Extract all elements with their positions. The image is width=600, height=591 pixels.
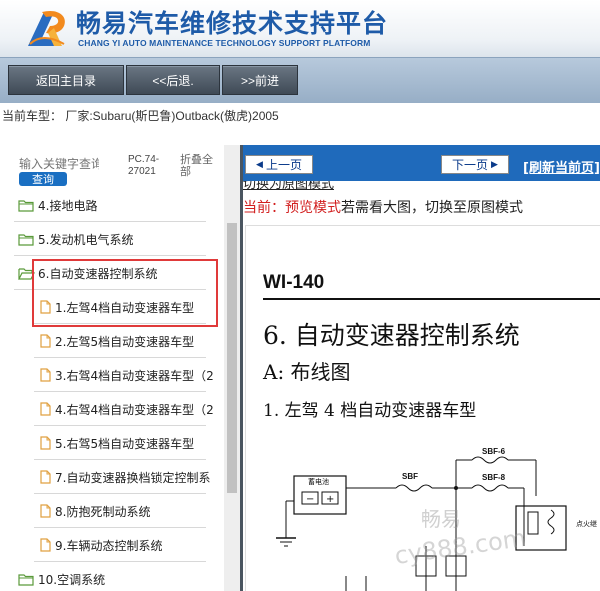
app-title: 畅易汽车维修技术支持平台 (76, 9, 389, 38)
relay-coil (527, 511, 539, 535)
collapse-all-button[interactable]: 折叠全部 (180, 154, 220, 178)
document-icon (40, 368, 51, 382)
doc-heading-1: 6. 自动变速器控制系统 (263, 321, 520, 350)
tree-folder-item[interactable]: 10.空调系统 (18, 562, 224, 591)
pager-bar: ◀ 上一页 下一页 ▶ [刷新当前页] (243, 145, 600, 181)
mode-status-hint: 若需看大图，切换至原图模式 (341, 200, 523, 216)
tree-doc-item[interactable]: 8.防抱死制动系统 (40, 494, 224, 528)
tree-item-label: 10.空调系统 (38, 572, 106, 587)
battery-minus-sign: − (306, 494, 314, 505)
folder-icon (18, 573, 34, 586)
arrow-right-icon: ▶ (491, 159, 498, 170)
sbf8-fuse (471, 484, 509, 492)
watermark-cn: 畅易 (421, 507, 461, 531)
folder-icon (18, 233, 34, 246)
sbf-fuse (395, 484, 433, 492)
tree-doc-item[interactable]: 3.右驾4档自动变速器车型（2 (40, 358, 224, 392)
tree-item-label: 9.车辆动态控制系统 (55, 538, 163, 553)
battery-plus-sign: + (326, 494, 334, 505)
document-icon (40, 470, 51, 484)
sbf-label: SBF (402, 472, 418, 481)
tree-item-label: 7.自动变速器换档锁定控制系 (55, 470, 211, 485)
search-button[interactable]: 查询 (19, 172, 67, 186)
forward-button[interactable]: >>前进 (222, 65, 298, 95)
sbf6-fuse (471, 456, 509, 464)
document-preview: WI-140 6. 自动变速器控制系统 A: 布线图 1. 左驾 4 档自动变速… (245, 225, 600, 591)
tree-item-label: 8.防抱死制动系统 (55, 504, 151, 519)
tree-item-label: 2.左驾5档自动变速器车型 (55, 334, 195, 349)
tree-item-label: 4.右驾4档自动变速器车型（2 (55, 402, 214, 417)
scroll-thumb[interactable] (227, 223, 237, 493)
pc-code: PC.74-27021 (128, 154, 160, 177)
mode-status: 当前：预览模式若需看大图，切换至原图模式 (243, 197, 523, 217)
current-model-text: 当前车型： 厂家:Subaru(斯巴鲁)Outback(傲虎)2005 (2, 109, 279, 123)
app-subtitle: CHANG YI AUTO MAINTENANCE TECHNOLOGY SUP… (78, 38, 371, 48)
folder-icon (18, 199, 34, 212)
home-button[interactable]: 返回主目录 (8, 65, 124, 95)
wiring-diagram: 蓄电池 − + SBF SBF-6 SBF-8 点火继 畅易 cy888.com (276, 447, 597, 591)
prev-page-button[interactable]: ◀ 上一页 (245, 155, 313, 174)
next-page-button[interactable]: 下一页 ▶ (441, 155, 509, 174)
viewer-panel: ◀ 上一页 下一页 ▶ [刷新当前页] 切换为原图模式 当前：预览模式若需看大图… (243, 145, 600, 591)
prev-page-label: 上一页 (265, 158, 302, 172)
switch-mode-link[interactable]: 切换为原图模式 (243, 181, 334, 195)
ignition-relay-label: 点火继 (576, 519, 597, 528)
tree-doc-item[interactable]: 2.左驾5档自动变速器车型 (40, 324, 224, 358)
mode-status-current: 当前：预览模式 (243, 200, 341, 216)
document-icon (40, 436, 51, 450)
sidebar: 查询 PC.74-27021 折叠全部 4.接地电路5.发动机电气系统6.自动变… (0, 145, 240, 591)
tree-doc-item[interactable]: 7.自动变速器换档锁定控制系 (40, 460, 224, 494)
relay-switch (547, 509, 555, 535)
sbf6-label: SBF-6 (482, 447, 506, 456)
doc-code: WI-140 (263, 272, 325, 293)
battery-label: 蓄电池 (308, 477, 329, 486)
logo-icon (28, 10, 65, 46)
document-icon (40, 538, 51, 552)
document-icon (40, 334, 51, 348)
tree-item-label: 3.右驾4档自动变速器车型（2 (55, 368, 214, 383)
tree-doc-item[interactable]: 4.右驾4档自动变速器车型（2 (40, 392, 224, 426)
tree-item-label: 5.发动机电气系统 (38, 232, 134, 247)
selection-highlight (32, 259, 218, 327)
app-header: 畅易汽车维修技术支持平台 CHANG YI AUTO MAINTENANCE T… (0, 0, 600, 57)
tree-item-label: 4.接地电路 (38, 198, 98, 213)
document-icon (40, 504, 51, 518)
tree-doc-item[interactable]: 5.右驾5档自动变速器车型 (40, 426, 224, 460)
sbf8-label: SBF-8 (482, 473, 506, 482)
tree-folder-item[interactable]: 5.发动机电气系统 (18, 222, 224, 256)
tree-doc-item[interactable]: 9.车辆动态控制系统 (40, 528, 224, 562)
refresh-page-link[interactable]: [刷新当前页] (523, 157, 600, 176)
search-row: 查询 PC.74-27021 折叠全部 (0, 145, 240, 190)
back-button[interactable]: <<后退. (126, 65, 220, 95)
search-input[interactable] (19, 155, 99, 173)
current-model-bar: 当前车型： 厂家:Subaru(斯巴鲁)Outback(傲虎)2005 (0, 103, 600, 145)
nav-bar: 返回主目录 <<后退. >>前进 (0, 57, 600, 103)
next-page-label: 下一页 (452, 158, 489, 172)
sidebar-scrollbar[interactable] (224, 145, 240, 591)
document-icon (40, 402, 51, 416)
doc-heading-2: A: 布线图 (263, 360, 351, 384)
tree-item-label: 5.右驾5档自动变速器车型 (55, 436, 195, 451)
tree-folder-item[interactable]: 4.接地电路 (18, 188, 224, 222)
doc-rule (263, 298, 600, 300)
doc-heading-3: 1. 左驾 4 档自动变速器车型 (263, 401, 477, 421)
arrow-left-icon: ◀ (256, 159, 263, 170)
